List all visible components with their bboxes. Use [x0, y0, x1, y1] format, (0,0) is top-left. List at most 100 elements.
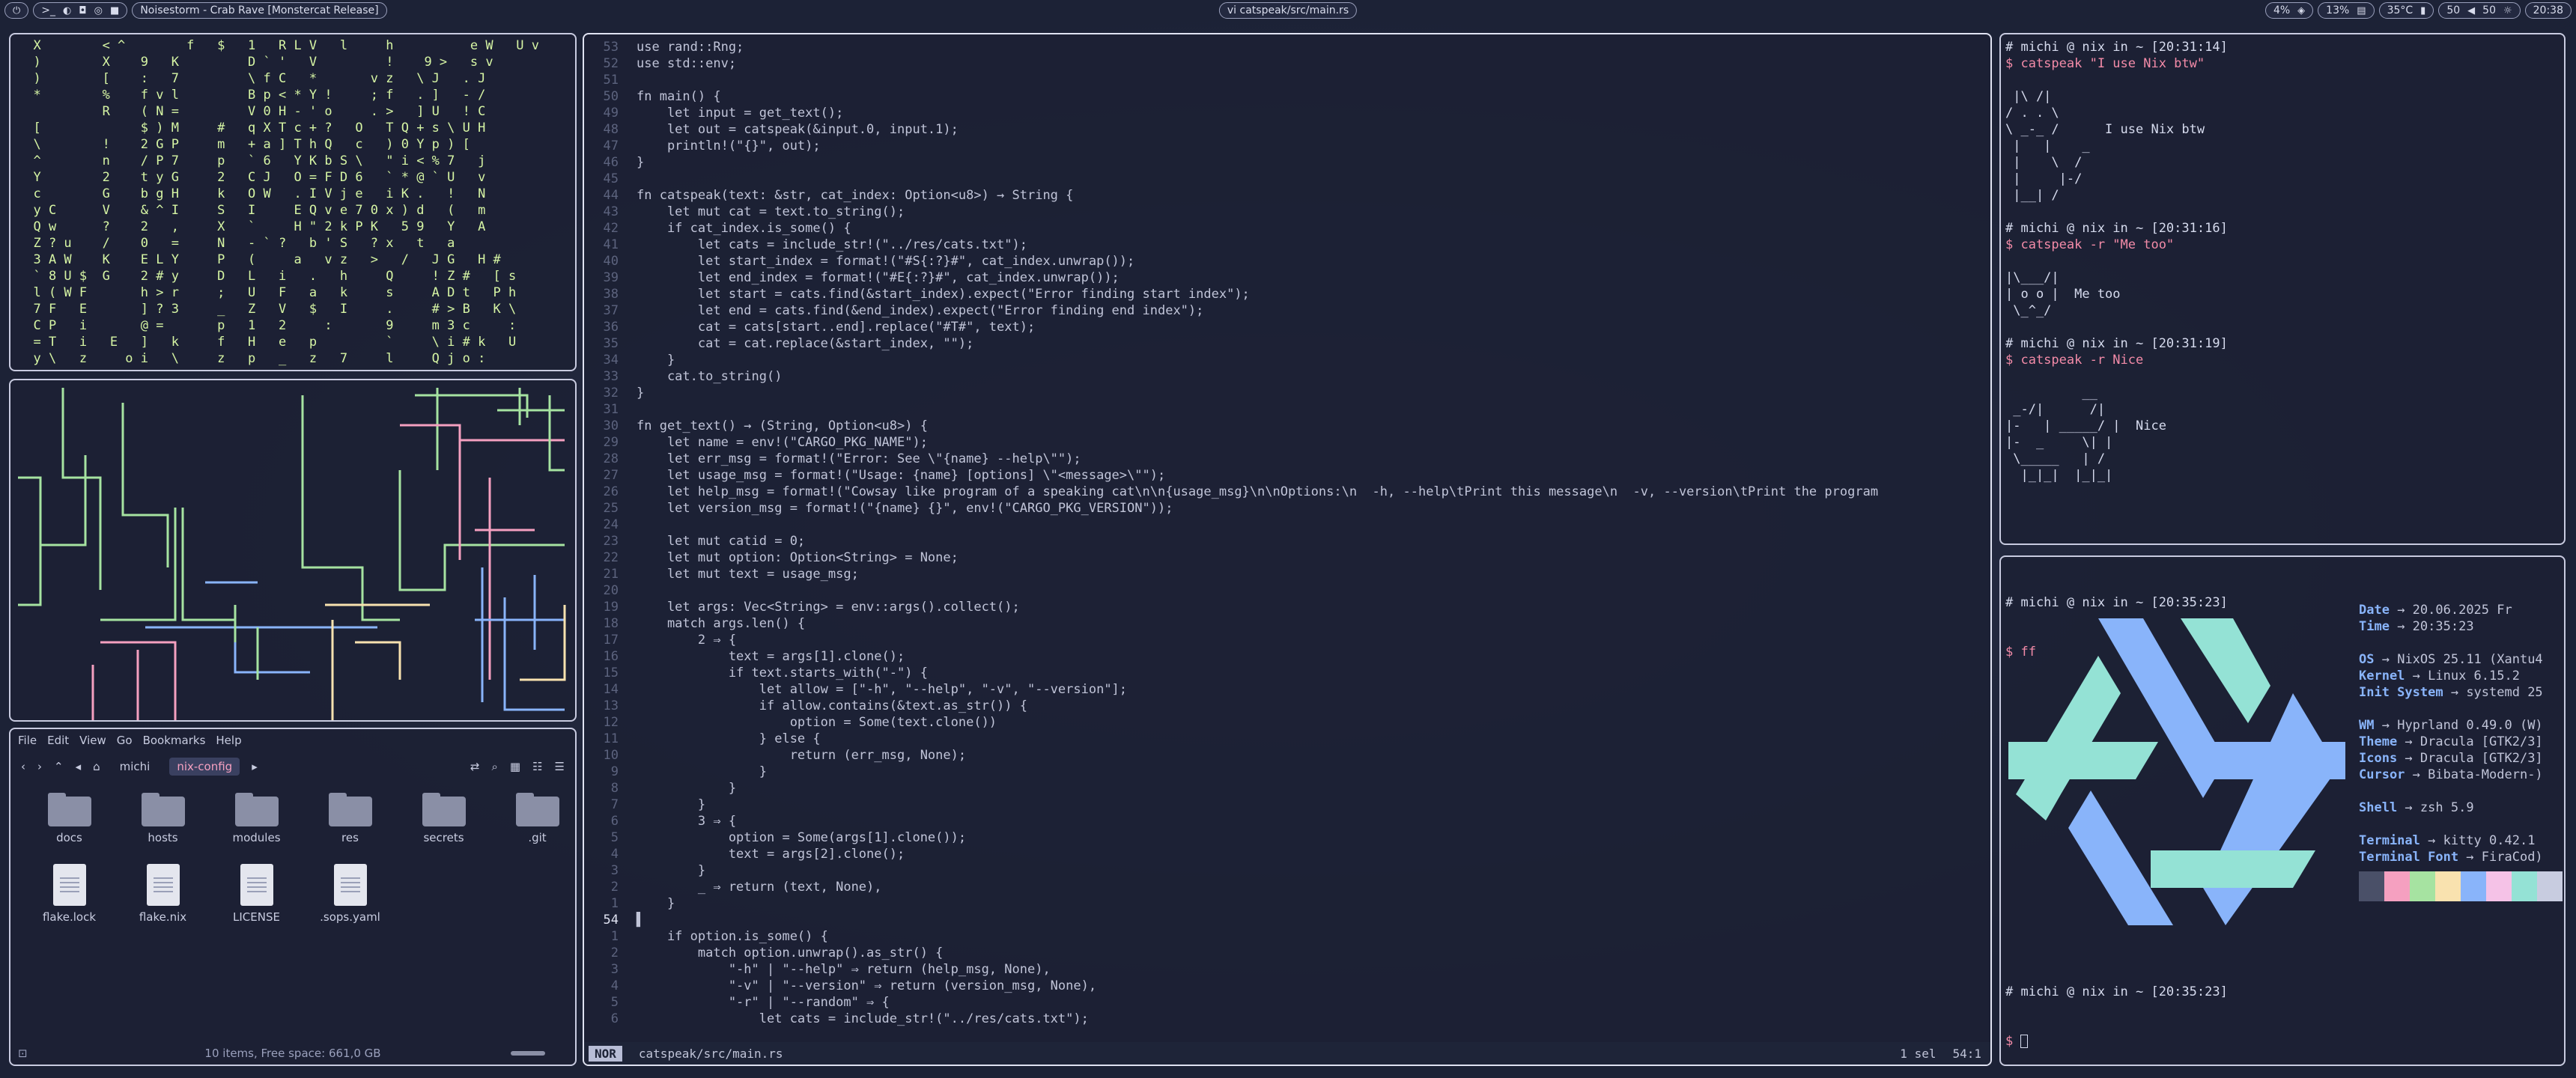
code-line[interactable]: 6 3 ⇒ { — [584, 813, 1990, 829]
back-icon[interactable]: ‹ — [21, 760, 25, 773]
menu-help[interactable]: Help — [216, 734, 241, 747]
memory-widget[interactable]: 13% ▤ — [2318, 2, 2375, 19]
code-line[interactable]: 53 use rand::Rng; — [584, 39, 1990, 55]
terminal-catspeak[interactable]: # michi @ nix in ~ [20:31:14] $ catspeak … — [1999, 33, 2566, 545]
pipes-window[interactable] — [9, 379, 577, 722]
code-line[interactable]: 30 fn get_text() → (String, Option<u8>) { — [584, 418, 1990, 434]
code-line[interactable]: 18 match args.len() { — [584, 615, 1990, 632]
code-line[interactable]: 34 } — [584, 352, 1990, 368]
menu-file[interactable]: File — [18, 734, 37, 747]
code-line[interactable]: 16 text = args[1].clone(); — [584, 648, 1990, 665]
code-line[interactable]: 26 let help_msg = format!("Cowsay like p… — [584, 484, 1990, 500]
code-line[interactable]: 13 if allow.contains(&text.as_str()) { — [584, 698, 1990, 714]
code-view[interactable]: 53 use rand::Rng; 52 use std::env; 51 50 fn ma… — [584, 34, 1990, 1027]
code-line[interactable]: 29 let name = env!("CARGO_PKG_NAME"); — [584, 434, 1990, 451]
crumb-michi[interactable]: michi — [112, 758, 158, 776]
terminal-fastfetch[interactable]: # michi @ nix in ~ [20:35:23] $ ff Date … — [1999, 555, 2566, 1066]
terminal-prompt-2[interactable]: # michi @ nix in ~ [20:35:23] $ — [2001, 946, 2232, 1065]
code-line[interactable]: 3 } — [584, 862, 1990, 879]
folder-item[interactable]: hosts — [116, 793, 210, 844]
file-item[interactable]: flake.lock — [22, 864, 116, 924]
code-line[interactable]: 47 println!("{}", out); — [584, 138, 1990, 154]
file-item[interactable]: flake.nix — [116, 864, 210, 924]
code-line[interactable]: 4 text = args[2].clone(); — [584, 846, 1990, 862]
code-line[interactable]: 7 } — [584, 797, 1990, 813]
workspace-terminal[interactable]: >_ — [41, 4, 55, 16]
list-view-icon[interactable]: ☰ — [555, 760, 565, 773]
audio-widget[interactable]: 50 ◀ 50 ☼ — [2438, 2, 2521, 19]
code-line[interactable]: 2 match option.unwrap().as_str() { — [584, 945, 1990, 961]
files-icon[interactable]: ■ — [110, 5, 119, 16]
code-line[interactable]: 43 let mut cat = text.to_string(); — [584, 204, 1990, 220]
folder-item[interactable]: .git — [490, 793, 575, 844]
code-line[interactable]: 24 — [584, 517, 1990, 533]
code-line[interactable]: 40 let start_index = format!("#S{:?}#", … — [584, 253, 1990, 270]
file-manager-window[interactable]: File Edit View Go Bookmarks Help ‹ › ⌃ ◂ ⌂ mi… — [9, 728, 577, 1066]
search-icon[interactable]: ⌕ — [492, 760, 498, 773]
command-line-2[interactable]: $ — [2005, 1033, 2228, 1050]
code-line[interactable]: 48 let out = catspeak(&input.0, input.1)… — [584, 121, 1990, 138]
icon-view-icon[interactable]: ▦ — [510, 760, 520, 773]
menu-view[interactable]: View — [79, 734, 106, 747]
code-line[interactable]: 41 let cats = include_str!("../res/cats.… — [584, 237, 1990, 253]
crumb-nix-config[interactable]: nix-config — [169, 758, 240, 776]
code-line[interactable]: 6 let cats = include_str!("../res/cats.t… — [584, 1011, 1990, 1027]
app-icon[interactable]: ◐ — [63, 5, 71, 16]
folder-item[interactable]: docs — [22, 793, 116, 844]
code-line[interactable]: 21 let mut text = usage_msg; — [584, 566, 1990, 582]
code-line[interactable]: 28 let err_msg = format!("Error: See \"{… — [584, 451, 1990, 467]
code-line[interactable]: 36 cat = cats[start..end].replace("#T#",… — [584, 319, 1990, 335]
power-button[interactable]: ⏻ — [4, 2, 29, 19]
code-line[interactable]: 50 fn main() { — [584, 88, 1990, 105]
code-line[interactable]: 5 "-r" | "--random" ⇒ { — [584, 994, 1990, 1011]
code-line[interactable]: 20 — [584, 582, 1990, 599]
workspace-indicator[interactable]: >_ ◐ ◘ ◎ ■ — [33, 2, 128, 19]
temp-widget[interactable]: 35°C ▮ — [2378, 2, 2434, 19]
next-crumb-icon[interactable]: ▸ — [252, 760, 258, 773]
code-line[interactable]: 23 let mut catid = 0; — [584, 533, 1990, 549]
home-icon[interactable]: ⌂ — [93, 760, 100, 773]
cpu-widget[interactable]: 4% ◈ — [2264, 2, 2314, 19]
browser-icon[interactable]: ◎ — [94, 5, 103, 16]
code-line[interactable]: 27 let usage_msg = format!("Usage: {name… — [584, 467, 1990, 484]
media-player[interactable]: Noisestorm - Crab Rave [Monstercat Relea… — [132, 2, 387, 19]
code-line[interactable]: 33 cat.to_string() — [584, 368, 1990, 385]
clock[interactable]: 20:38 — [2524, 2, 2572, 19]
split-view-icon[interactable]: ⇄ — [470, 760, 480, 773]
code-line[interactable]: 45 — [584, 171, 1990, 187]
prev-crumb-icon[interactable]: ◂ — [76, 760, 82, 773]
code-line[interactable]: 46} — [584, 154, 1990, 171]
code-line[interactable]: 1 } — [584, 895, 1990, 912]
code-line[interactable]: 12 option = Some(text.clone()) — [584, 714, 1990, 731]
code-line[interactable]: 3 "-h" | "--help" ⇒ return (help_msg, No… — [584, 961, 1990, 978]
file-item[interactable]: LICENSE — [210, 864, 303, 924]
code-line[interactable]: 38 let start = cats.find(&start_index).e… — [584, 286, 1990, 302]
code-line[interactable]: 10 return (err_msg, None); — [584, 747, 1990, 764]
game-icon[interactable]: ◘ — [79, 5, 86, 16]
code-line[interactable]: 39 let end_index = format!("#E{:?}#", ca… — [584, 270, 1990, 286]
matrix-window[interactable]: X < ^ f $ 1 R L V l h e W U v ) X 9 K D … — [9, 33, 577, 371]
forward-icon[interactable]: › — [37, 760, 42, 773]
compact-view-icon[interactable]: ☷ — [532, 760, 542, 773]
code-line[interactable]: 14 let allow = ["-h", "--help", "-v", "-… — [584, 681, 1990, 698]
code-line[interactable]: 5 option = Some(args[1].clone()); — [584, 829, 1990, 846]
code-line[interactable]: 35 cat = cat.replace(&start_index, ""); — [584, 335, 1990, 352]
code-line[interactable]: 54 ▌ — [584, 912, 1990, 928]
code-line[interactable]: 1 if option.is_some() { — [584, 928, 1990, 945]
code-line[interactable]: 22 let mut option: Option<String> = None… — [584, 549, 1990, 566]
code-line[interactable]: 37 let end = cats.find(&end_index).expec… — [584, 302, 1990, 319]
folder-item[interactable]: res — [303, 793, 397, 844]
code-line[interactable]: 32} — [584, 385, 1990, 401]
zoom-slider[interactable] — [511, 1051, 545, 1056]
menu-edit[interactable]: Edit — [47, 734, 69, 747]
code-line[interactable]: 52 use std::env; — [584, 55, 1990, 72]
up-icon[interactable]: ⌃ — [54, 760, 64, 773]
code-line[interactable]: 19 let args: Vec<String> = env::args().c… — [584, 599, 1990, 615]
menu-go[interactable]: Go — [117, 734, 133, 747]
terminal-panel-icon[interactable]: ⊡ — [18, 1047, 28, 1060]
code-line[interactable]: 51 — [584, 72, 1990, 88]
folder-item[interactable]: modules — [210, 793, 303, 844]
code-line[interactable]: 11 } else { — [584, 731, 1990, 747]
menu-bookmarks[interactable]: Bookmarks — [143, 734, 206, 747]
code-line[interactable]: 17 2 ⇒ { — [584, 632, 1990, 648]
